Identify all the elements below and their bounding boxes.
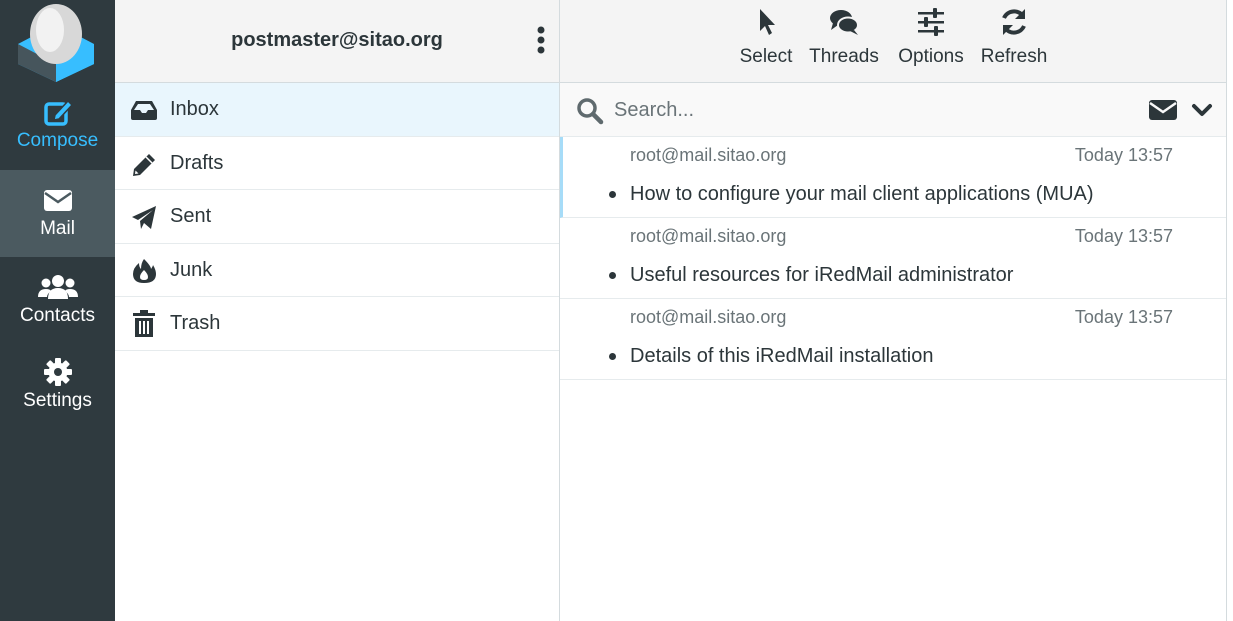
- more-vertical-icon[interactable]: [531, 24, 551, 56]
- message-sender: root@mail.sitao.org: [630, 226, 787, 246]
- folder-label: Junk: [170, 258, 213, 281]
- refresh-icon: [1002, 9, 1026, 35]
- gear-icon: [43, 358, 72, 386]
- unread-dot: [609, 272, 616, 279]
- comments-icon: [830, 10, 859, 35]
- message-subject: How to configure your mail client applic…: [630, 183, 1094, 205]
- nav-mail-label: Mail: [40, 218, 75, 239]
- message-subject: Details of this iRedMail installation: [630, 345, 934, 367]
- folder-sent[interactable]: Sent: [115, 190, 559, 244]
- envelope-icon: [43, 190, 72, 211]
- chevron-down-icon[interactable]: [1190, 97, 1214, 123]
- nav-settings-label: Settings: [23, 390, 92, 411]
- threads-label: Threads: [809, 46, 879, 67]
- sliders-icon: [918, 8, 944, 36]
- threads-button[interactable]: Threads: [808, 6, 880, 76]
- folder-panel: postmaster@sitao.org Inbox Drafts Sent J…: [115, 0, 560, 621]
- paper-plane-icon: [132, 206, 156, 229]
- folder-junk[interactable]: Junk: [115, 244, 559, 297]
- nav-compose[interactable]: Compose: [0, 86, 115, 173]
- cursor-pointer-icon: [760, 9, 775, 35]
- account-email: postmaster@sitao.org: [231, 29, 443, 51]
- compose-icon: [43, 99, 73, 126]
- nav-contacts[interactable]: Contacts: [0, 257, 115, 344]
- fire-icon: [133, 258, 156, 283]
- message-toolbar: Select Threads Options Refresh: [560, 0, 1226, 83]
- search-input[interactable]: [614, 92, 1134, 128]
- search-icon[interactable]: [576, 97, 604, 125]
- folder-label: Inbox: [170, 98, 219, 120]
- message-subject: Useful resources for iRedMail administra…: [630, 264, 1014, 286]
- unread-dot: [609, 353, 616, 360]
- folder-trash[interactable]: Trash: [115, 297, 559, 351]
- pencil-icon: [133, 153, 155, 176]
- search-bar: [560, 83, 1226, 137]
- nav-mail[interactable]: Mail: [0, 170, 115, 257]
- folder-label: Sent: [170, 205, 212, 227]
- message-date: Today 13:57: [1074, 307, 1173, 327]
- message-sender: root@mail.sitao.org: [630, 145, 787, 165]
- select-label: Select: [739, 46, 793, 67]
- message-row[interactable]: root@mail.sitao.org Today 13:57 Details …: [560, 299, 1226, 380]
- inbox-icon: [131, 101, 157, 120]
- users-icon: [37, 275, 78, 299]
- folder-label: Drafts: [170, 151, 224, 174]
- main-navigation: Compose Mail Contacts Settings: [0, 0, 115, 621]
- message-row[interactable]: root@mail.sitao.org Today 13:57 How to c…: [560, 137, 1226, 218]
- folder-panel-header: postmaster@sitao.org: [115, 0, 559, 83]
- folder-label: Trash: [170, 312, 221, 334]
- message-sender: root@mail.sitao.org: [630, 307, 787, 327]
- roundcube-logo[interactable]: [14, 2, 98, 82]
- nav-compose-label: Compose: [16, 130, 99, 151]
- select-button[interactable]: Select: [736, 6, 796, 76]
- message-list-panel: Select Threads Options Refresh Search...…: [560, 0, 1227, 621]
- envelope-icon[interactable]: [1148, 97, 1178, 123]
- trash-icon: [133, 310, 155, 337]
- refresh-button[interactable]: Refresh: [978, 6, 1050, 76]
- options-button[interactable]: Options: [896, 6, 966, 76]
- folder-drafts[interactable]: Drafts: [115, 137, 559, 190]
- nav-contacts-label: Contacts: [20, 305, 95, 326]
- nav-settings[interactable]: Settings: [0, 344, 115, 431]
- message-date: Today 13:57: [1074, 226, 1173, 246]
- unread-dot: [609, 191, 616, 198]
- options-label: Options: [898, 46, 964, 67]
- message-row[interactable]: root@mail.sitao.org Today 13:57 Useful r…: [560, 218, 1226, 299]
- message-date: Today 13:57: [1074, 145, 1173, 165]
- refresh-label: Refresh: [980, 46, 1048, 67]
- folder-inbox[interactable]: Inbox: [115, 83, 559, 137]
